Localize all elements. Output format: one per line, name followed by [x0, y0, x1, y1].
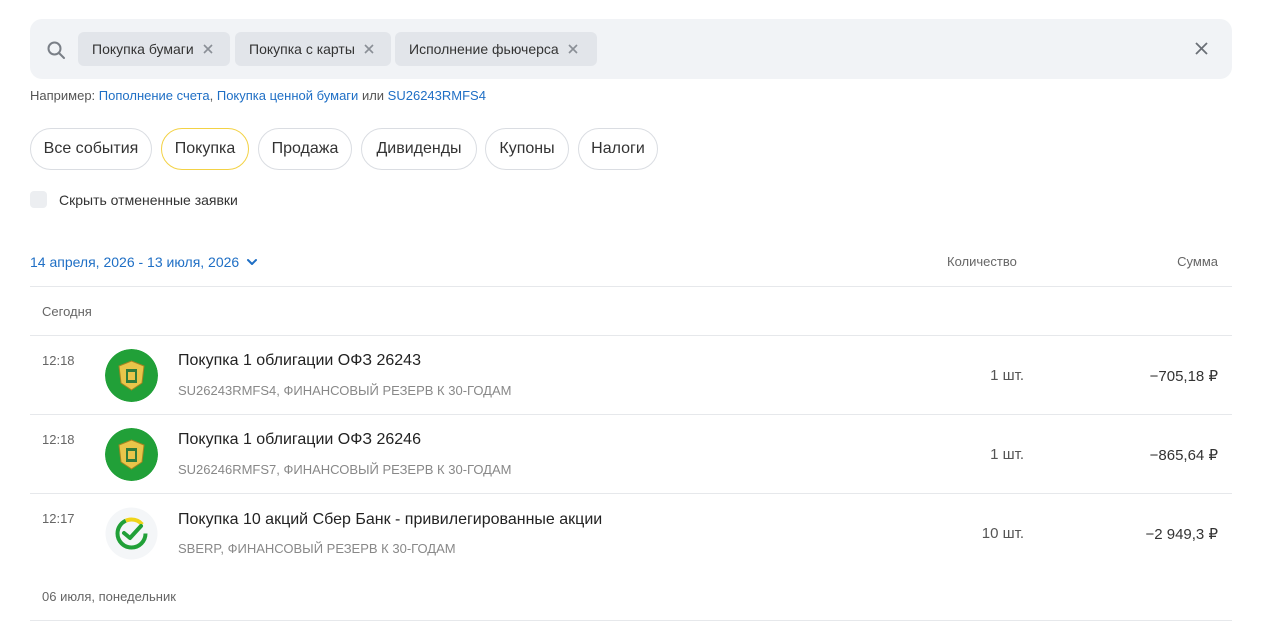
- operation-subtitle: SBERP, ФИНАНСОВЫЙ РЕЗЕРВ К 30-ГОДАМ: [178, 541, 456, 556]
- chip-label: Покупка с карты: [249, 41, 355, 57]
- hint-or: или: [361, 88, 385, 103]
- hint-link-buy-security[interactable]: Покупка ценной бумаги: [217, 88, 358, 103]
- date-range-picker[interactable]: 14 апреля, 2026 - 13 июля, 2026: [30, 254, 259, 270]
- close-icon[interactable]: [202, 43, 214, 55]
- chip-label: Исполнение фьючерса: [409, 41, 559, 57]
- pill-label: Покупка: [174, 140, 236, 157]
- operation-quantity: 1 шт.: [990, 367, 1024, 384]
- operation-sum: −2 949,3 ₽: [1145, 526, 1218, 543]
- search-icon[interactable]: [46, 40, 66, 60]
- operation-subtitle: SU26243RMFS4, ФИНАНСОВЫЙ РЕЗЕРВ К 30-ГОД…: [178, 383, 512, 398]
- operation-title[interactable]: Покупка 1 облигации ОФЗ 26246: [178, 431, 421, 449]
- filter-taxes[interactable]: Налоги: [578, 128, 658, 170]
- operation-title[interactable]: Покупка 1 облигации ОФЗ 26243: [178, 352, 421, 370]
- close-icon[interactable]: [363, 43, 375, 55]
- date-range-label: 14 апреля, 2026 - 13 июля, 2026: [30, 254, 240, 270]
- operation-time: 12:18: [42, 353, 75, 368]
- filter-sale[interactable]: Продажа: [258, 128, 352, 170]
- filter-purchase[interactable]: Покупка: [161, 128, 249, 170]
- operation-quantity: 10 шт.: [981, 525, 1024, 542]
- column-header-sum: Сумма: [1177, 254, 1218, 269]
- hint-separator: ,: [209, 88, 214, 103]
- chevron-down-icon: [247, 259, 258, 265]
- hide-cancelled-checkbox[interactable]: [30, 191, 47, 208]
- clear-search-icon[interactable]: [1194, 41, 1209, 56]
- pill-label: Купоны: [499, 140, 555, 157]
- pill-label: Налоги: [591, 140, 645, 157]
- operation-subtitle: SU26246RMFS7, ФИНАНСОВЫЙ РЕЗЕРВ К 30-ГОД…: [178, 462, 512, 477]
- day-label: Сегодня: [42, 304, 92, 319]
- filter-dividends[interactable]: Дивиденды: [361, 128, 477, 170]
- chip-label: Покупка бумаги: [92, 41, 194, 57]
- divider: [30, 335, 1232, 336]
- divider: [30, 286, 1232, 287]
- divider: [30, 493, 1232, 494]
- pill-label: Дивиденды: [376, 140, 462, 157]
- hint-link-ticker[interactable]: SU26243RMFS4: [388, 88, 486, 103]
- filter-all-events[interactable]: Все события: [30, 128, 152, 170]
- operation-quantity: 1 шт.: [990, 446, 1024, 463]
- hide-cancelled-label[interactable]: Скрыть отмененные заявки: [59, 192, 238, 208]
- operation-time: 12:18: [42, 432, 75, 447]
- sber-logo-icon: [105, 507, 158, 560]
- column-header-quantity: Количество: [947, 254, 1017, 269]
- ofz-emblem-icon: [105, 349, 158, 402]
- filter-chip[interactable]: Покупка с карты: [235, 32, 391, 66]
- hint-link-top-up[interactable]: Пополнение счета: [99, 88, 210, 103]
- ofz-emblem-icon: [105, 428, 158, 481]
- pill-label: Продажа: [271, 140, 339, 157]
- divider: [30, 620, 1232, 621]
- operation-time: 12:17: [42, 511, 75, 526]
- pill-label: Все события: [43, 140, 139, 157]
- filter-chip[interactable]: Исполнение фьючерса: [395, 32, 597, 66]
- operation-title[interactable]: Покупка 10 акций Сбер Банк - привилегиро…: [178, 511, 602, 529]
- hint-prefix: Например:: [30, 88, 96, 103]
- day-label: 06 июля, понедельник: [42, 589, 176, 604]
- operation-sum: −705,18 ₽: [1149, 368, 1218, 385]
- divider: [30, 414, 1232, 415]
- operation-sum: −865,64 ₽: [1149, 447, 1218, 464]
- search-hint: Например: Пополнение счета, Покупка ценн…: [30, 88, 486, 103]
- filter-chip[interactable]: Покупка бумаги: [78, 32, 230, 66]
- close-icon[interactable]: [567, 43, 579, 55]
- filter-coupons[interactable]: Купоны: [485, 128, 569, 170]
